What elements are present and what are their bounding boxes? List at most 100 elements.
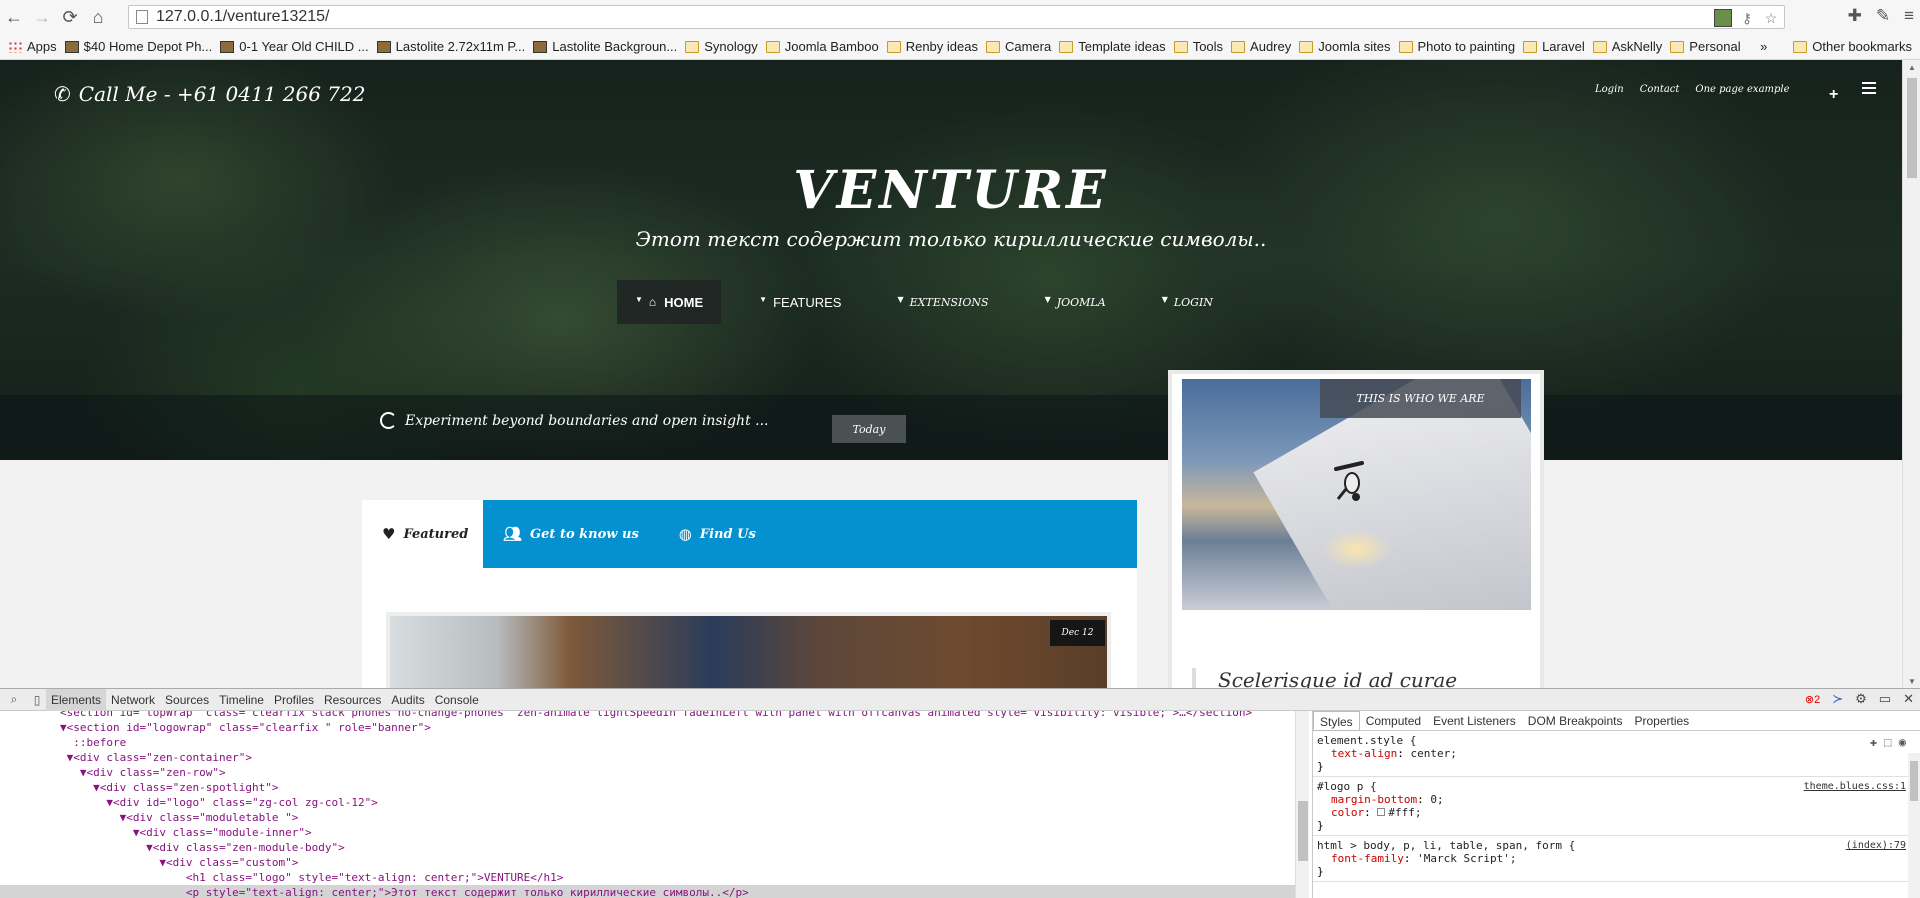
star-icon[interactable]: ☆ xyxy=(1762,9,1780,27)
bookmark-item[interactable]: Joomla Bamboo xyxy=(765,39,879,54)
devtools-tab-network[interactable]: Network xyxy=(106,689,160,711)
bookmark-item[interactable]: Synology xyxy=(685,39,758,54)
bookmark-item[interactable]: Joomla sites xyxy=(1299,39,1391,54)
tab-find-us[interactable]: ◍ Find Us xyxy=(659,500,776,568)
devtools-tab-timeline[interactable]: Timeline xyxy=(214,689,269,711)
color-swatch[interactable] xyxy=(1377,808,1386,816)
hamburger-icon[interactable] xyxy=(1862,82,1876,94)
close-icon[interactable]: ✕ xyxy=(1903,691,1914,707)
forward-icon[interactable]: → xyxy=(28,3,56,31)
page-scrollbar[interactable]: ▲ ▼ xyxy=(1902,60,1920,688)
devtools-tab-audits[interactable]: Audits xyxy=(386,689,429,711)
top-link-one-page[interactable]: One page example xyxy=(1695,84,1789,95)
dom-node[interactable]: ▼<div class="moduletable "> xyxy=(0,810,1295,825)
devtools-tab-profiles[interactable]: Profiles xyxy=(269,689,319,711)
settings-icon[interactable]: ⚙ xyxy=(1855,691,1867,707)
nav-login[interactable]: ▼ LOGIN xyxy=(1134,280,1241,324)
dom-node[interactable]: ▼<div class="custom"> xyxy=(0,855,1295,870)
bookmark-item[interactable]: Photo to painting xyxy=(1398,39,1515,54)
bookmark-item[interactable]: Laravel xyxy=(1523,39,1585,54)
plus-icon[interactable]: + xyxy=(1829,86,1838,104)
scroll-up-icon[interactable]: ▲ xyxy=(1908,63,1916,72)
dom-node[interactable]: ▼<div id="logo" class="zg-col zg-col-12"… xyxy=(0,795,1295,810)
dom-node[interactable]: ▼<section id="logowrap" class="clearfix … xyxy=(0,720,1295,735)
today-button[interactable]: Today xyxy=(832,415,906,443)
dom-node[interactable]: ▼<div class="module-inner"> xyxy=(0,825,1295,840)
styles-tab-styles[interactable]: Styles xyxy=(1313,710,1360,731)
styles-tab-computed[interactable]: Computed xyxy=(1360,711,1427,731)
bookmark-item[interactable]: Template ideas xyxy=(1059,39,1166,54)
styles-scrollbar[interactable] xyxy=(1908,753,1920,898)
devtools-tab-sources[interactable]: Sources xyxy=(160,689,214,711)
css-rule[interactable]: element.style {text-align: center;} xyxy=(1313,731,1920,777)
bookmark-item[interactable]: AskNelly xyxy=(1592,39,1662,54)
scroll-thumb[interactable] xyxy=(1907,78,1917,178)
devtools-tab-resources[interactable]: Resources xyxy=(319,689,386,711)
nav-extensions[interactable]: ▼ EXTENSIONS xyxy=(869,280,1016,324)
css-rule[interactable]: html > body, p, li, table, span, form {(… xyxy=(1313,836,1920,882)
dom-node[interactable]: ▼<div class="zen-spotlight"> xyxy=(0,780,1295,795)
styles-tab-event-listeners[interactable]: Event Listeners xyxy=(1427,711,1522,731)
console-drawer-icon[interactable]: ≻ xyxy=(1832,691,1843,707)
dom-node[interactable]: ▼<div class="zen-container"> xyxy=(0,750,1295,765)
bookmark-item[interactable]: Personal xyxy=(1670,39,1741,54)
key-icon[interactable]: ⚷ xyxy=(1738,9,1756,27)
dock-icon[interactable]: ▭ xyxy=(1879,691,1891,707)
dom-node[interactable]: ::before xyxy=(0,735,1295,750)
bookmark-item[interactable]: Audrey xyxy=(1231,39,1291,54)
css-source-link[interactable]: theme.blues.css:1 xyxy=(1804,780,1906,793)
tab-featured[interactable]: ♥ Featured xyxy=(362,500,483,568)
extension-icon[interactable]: ✚ xyxy=(1848,6,1862,26)
element-state-icon[interactable]: ⬚ xyxy=(1884,735,1891,749)
dom-node[interactable]: <h1 class="logo" style="text-align: cent… xyxy=(0,870,1295,885)
bookmark-item[interactable]: Lastolite Backgroun... xyxy=(533,39,677,54)
bookmark-item[interactable]: 0-1 Year Old CHILD ... xyxy=(220,39,369,54)
tab-get-to-know-us[interactable]: 👥︎ Get to know us xyxy=(483,500,659,568)
bookmark-item[interactable]: Apps xyxy=(8,39,57,54)
nav-joomla[interactable]: ▼ JOOMLA xyxy=(1017,280,1134,324)
new-rule-icon[interactable]: ✚ xyxy=(1870,735,1877,749)
menu-icon[interactable]: ≡ xyxy=(1904,6,1914,26)
search-icon[interactable]: ⌕ xyxy=(5,692,23,707)
css-declaration[interactable]: color: #fff; xyxy=(1317,806,1916,819)
nav-features[interactable]: ▼ FEATURES xyxy=(721,280,869,324)
bookmark-item[interactable]: Renby ideas xyxy=(886,39,978,54)
animation-icon[interactable]: ◉ xyxy=(1899,735,1906,749)
css-source-link[interactable]: (index):79 xyxy=(1846,839,1906,852)
other-bookmarks[interactable]: Other bookmarks xyxy=(1793,39,1912,54)
nav-home[interactable]: ▼ ⌂ HOME xyxy=(617,280,722,324)
styles-tab-dom-breakpoints[interactable]: DOM Breakpoints xyxy=(1522,711,1629,731)
error-count[interactable]: ⊗2 xyxy=(1805,693,1820,706)
css-declaration[interactable]: text-align: center; xyxy=(1317,747,1916,760)
css-selector[interactable]: element.style { xyxy=(1317,734,1916,747)
css-selector[interactable]: html > body, p, li, table, span, form { xyxy=(1317,839,1916,852)
edit-icon[interactable]: ✎ xyxy=(1876,6,1890,26)
top-link-contact[interactable]: Contact xyxy=(1640,84,1680,95)
dom-node[interactable]: <p style="text-align: center;">Этот текс… xyxy=(0,885,1295,898)
bookmark-item[interactable]: Lastolite 2.72x11m P... xyxy=(376,39,525,54)
scroll-down-icon[interactable]: ▼ xyxy=(1908,677,1916,686)
bookmark-item[interactable]: Tools xyxy=(1173,39,1223,54)
devtools-tab-elements[interactable]: Elements xyxy=(46,688,107,711)
bookmark-item[interactable]: $40 Home Depot Ph... xyxy=(64,39,212,54)
back-icon[interactable]: ← xyxy=(0,3,28,31)
dom-node[interactable]: ▼<div class="zen-row"> xyxy=(0,765,1295,780)
call-me[interactable]: ✆ Call Me - +61 0411 266 722 xyxy=(54,82,365,106)
address-bar[interactable]: 127.0.0.1/venture13215/ ⚷ ☆ xyxy=(128,5,1785,29)
reload-icon[interactable]: ⟳ xyxy=(56,3,84,31)
dom-node[interactable]: <section id="topWrap" class="clearfix st… xyxy=(0,711,1295,720)
bookmark-item[interactable]: Camera xyxy=(985,39,1051,54)
dom-node[interactable]: ▼<div class="zen-module-body"> xyxy=(0,840,1295,855)
top-link-login[interactable]: Login xyxy=(1595,84,1624,95)
device-icon[interactable]: ▯ xyxy=(28,693,46,707)
css-rule[interactable]: #logo p {theme.blues.css:1 margin-bottom:… xyxy=(1313,777,1920,836)
home-button-icon[interactable]: ⌂ xyxy=(84,3,112,31)
url-text[interactable]: 127.0.0.1/venture13215/ xyxy=(156,8,329,26)
bookmarks-overflow[interactable]: » xyxy=(1760,39,1767,54)
css-declaration[interactable]: margin-bottom: 0; xyxy=(1317,793,1916,806)
styles-tab-properties[interactable]: Properties xyxy=(1628,711,1695,731)
image-icon[interactable] xyxy=(1714,9,1732,27)
elements-scrollbar[interactable] xyxy=(1295,711,1309,898)
news-ticker[interactable]: Experiment beyond boundaries and open in… xyxy=(380,412,769,429)
article-image[interactable] xyxy=(386,612,1111,688)
